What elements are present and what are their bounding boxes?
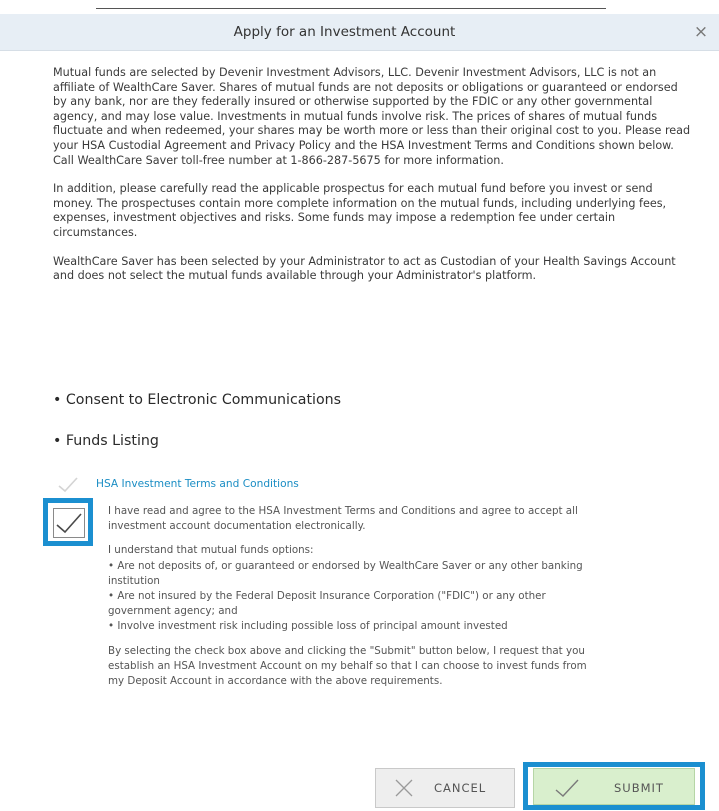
request-text: By selecting the check box above and cli… [108,644,587,688]
submit-button[interactable]: SUBMIT [533,768,695,805]
disclosure-text: Mutual funds are selected by Devenir Inv… [53,66,693,298]
consent-link[interactable]: • Consent to Electronic Communications [53,391,341,409]
dialog-titlebar: Apply for an Investment Account × [0,14,719,51]
cancel-button-label: CANCEL [434,781,487,795]
funds-listing-link[interactable]: • Funds Listing [53,432,159,450]
understand-text: I understand that mutual funds options: … [108,544,583,633]
window-top-edge [0,0,719,14]
cancel-button[interactable]: CANCEL [375,768,515,808]
dialog-title: Apply for an Investment Account [233,24,456,40]
terms-link[interactable]: HSA Investment Terms and Conditions [96,478,299,490]
agree-checkbox[interactable] [43,498,93,546]
disclosure-paragraph-3: WealthCare Saver has been selected by yo… [53,254,676,283]
disclosure-paragraph-2: In addition, please carefully read the a… [53,182,667,239]
submit-button-label: SUBMIT [614,781,664,795]
disclosure-paragraph-1: Mutual funds are selected by Devenir Inv… [53,66,691,167]
agreement-text: I have read and agree to the HSA Investm… [108,505,578,533]
close-x-icon [395,779,413,797]
checkbox-box [53,508,85,538]
check-icon [555,779,579,797]
checkbox-checkmark-icon [56,513,82,534]
checkmark-icon [58,477,78,493]
terms-text: I have read and agree to the HSA Investm… [108,504,668,698]
close-icon[interactable]: × [689,14,713,50]
